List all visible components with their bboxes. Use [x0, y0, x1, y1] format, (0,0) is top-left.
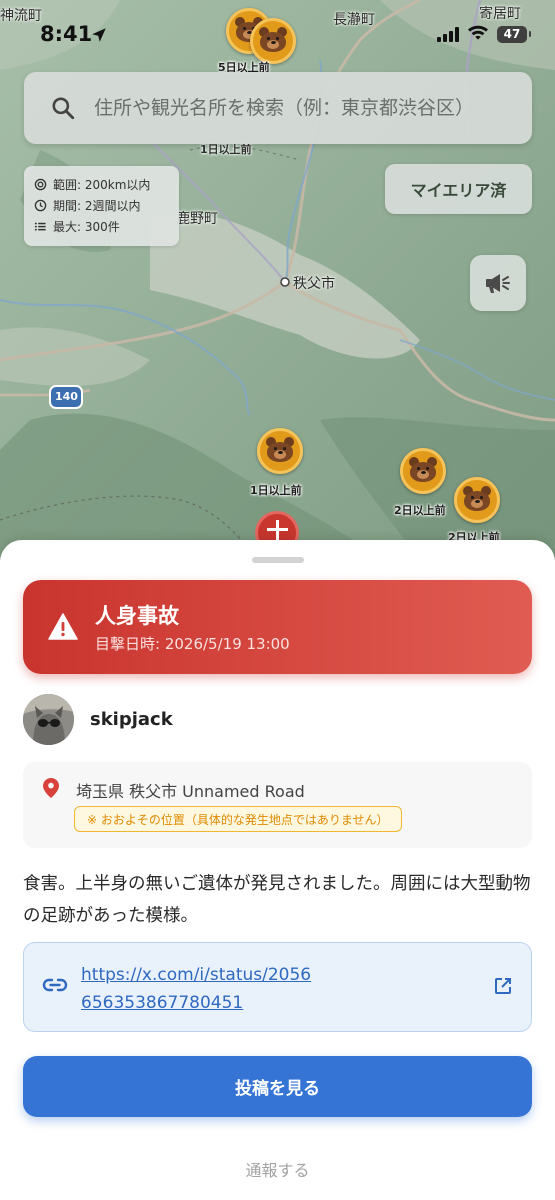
warning-icon — [48, 613, 78, 644]
filter-range-text: 範囲: 200km以内 — [53, 178, 151, 192]
incident-detail-sheet: 人身事故 目撃日時: 2026/5/19 13:00 skipjack 埼玉県 … — [0, 540, 555, 1200]
clock-icon — [34, 199, 47, 212]
filter-period-text: 期間: 2週間以内 — [53, 199, 141, 213]
location-arrow-icon — [90, 26, 108, 48]
my-area-button[interactable]: マイエリア済 — [385, 164, 532, 214]
location-card: 埼玉県 秩父市 Unnamed Road ※ おおよその位置（具体的な発生地点で… — [23, 762, 532, 848]
range-icon — [34, 178, 47, 191]
list-icon — [34, 222, 46, 231]
source-link-card[interactable]: https://x.com/i/status/20566563538677804… — [23, 942, 532, 1032]
location-address: 埼玉県 秩父市 Unnamed Road — [76, 782, 305, 801]
incident-title: 人身事故 — [95, 604, 179, 628]
voice-alert-button[interactable] — [470, 255, 526, 311]
bear-icon — [266, 437, 294, 462]
marker-label: 1日以上前 — [250, 484, 302, 497]
source-link-url[interactable]: https://x.com/i/status/20566563538677804… — [81, 961, 321, 1017]
search-bar[interactable] — [24, 72, 532, 144]
filter-max: 最大: 300件 — [34, 216, 169, 237]
filter-range: 範囲: 200km以内 — [34, 174, 169, 195]
map-pin-icon — [43, 778, 59, 802]
status-bar: 8:41 47 — [0, 0, 555, 70]
battery-level: 47 — [503, 27, 521, 41]
filter-period: 期間: 2週間以内 — [34, 195, 169, 216]
search-input[interactable] — [94, 97, 494, 119]
wifi-icon — [467, 24, 489, 44]
report-link[interactable]: 通報する — [0, 1157, 555, 1181]
bear-icon — [409, 457, 437, 482]
status-indicators: 47 — [437, 24, 531, 44]
megaphone-icon — [486, 274, 510, 293]
filter-max-text: 最大: 300件 — [53, 220, 120, 234]
route-shield-label: 140 — [55, 390, 78, 403]
incident-description: 食害。上半身の無いご遺体が発見されました。周囲には大型動物の足跡があった模様。 — [23, 874, 531, 926]
bear-marker[interactable] — [454, 477, 500, 523]
avatar[interactable] — [23, 694, 74, 745]
search-icon — [48, 93, 78, 123]
place-label: 鹿野町 — [176, 211, 218, 227]
bear-icon — [463, 486, 491, 511]
marker-label: 2日以上前 — [394, 504, 446, 517]
external-link-icon[interactable] — [493, 976, 513, 1000]
battery-icon: 47 — [497, 25, 531, 43]
link-icon — [42, 977, 68, 997]
cellular-signal-icon — [437, 26, 459, 42]
approximate-location-badge: ※ おおよその位置（具体的な発生地点ではありません） — [74, 806, 402, 832]
view-post-button[interactable]: 投稿を見る — [23, 1056, 532, 1117]
poster-info[interactable]: skipjack — [23, 694, 173, 745]
username: skipjack — [90, 709, 173, 730]
sheet-drag-handle[interactable] — [252, 557, 304, 563]
bear-marker[interactable] — [400, 448, 446, 494]
incident-type-banner: 人身事故 目撃日時: 2026/5/19 13:00 — [23, 580, 532, 674]
filter-summary[interactable]: 範囲: 200km以内 期間: 2週間以内 最大: 300件 — [24, 166, 179, 246]
status-time: 8:41 — [40, 22, 93, 46]
place-label: 秩父市 — [293, 276, 335, 292]
bear-marker[interactable] — [257, 428, 303, 474]
sighting-datetime: 目撃日時: 2026/5/19 13:00 — [95, 635, 290, 653]
